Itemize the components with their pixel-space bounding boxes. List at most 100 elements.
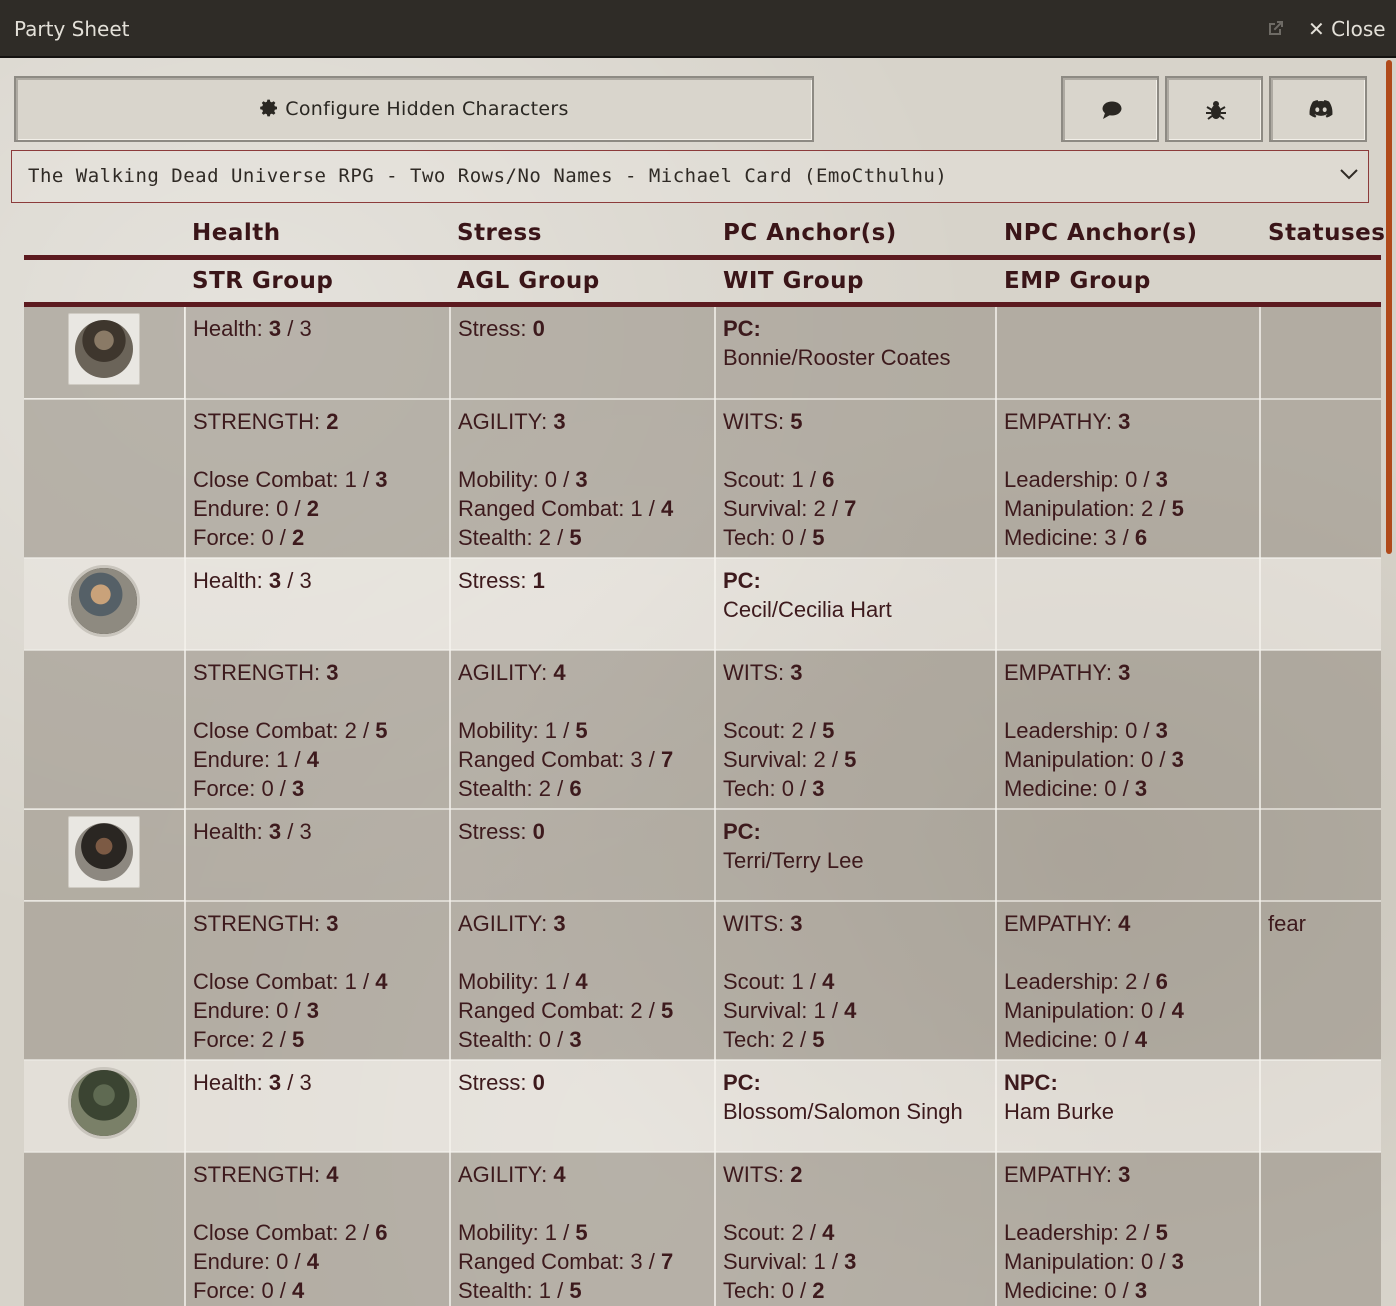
- health-label: Health:: [193, 1070, 263, 1095]
- stress-cell: Stress: 0: [450, 307, 716, 400]
- skill-max: 3: [1134, 1278, 1148, 1303]
- skill-line: Tech: 0 / 5: [723, 523, 988, 552]
- skill-name: Endure: 0 /: [193, 496, 301, 521]
- attr-label: AGILITY:: [458, 409, 548, 434]
- configure-hidden-characters-button[interactable]: Configure Hidden Characters: [14, 76, 814, 142]
- configure-label: Configure Hidden Characters: [285, 98, 569, 120]
- attribute-row: STRENGTH: 2 Close Combat: 1 / 3 Endure: 0 …: [24, 399, 1381, 559]
- skill-max: 6: [375, 1220, 388, 1245]
- skill-max: 5: [844, 747, 857, 772]
- skill-name: Medicine: 0 /: [1004, 776, 1129, 801]
- skill-line: Scout: 1 / 4: [723, 967, 988, 996]
- avatar[interactable]: [68, 816, 140, 888]
- avatar[interactable]: [68, 1067, 140, 1139]
- skill-max: 2: [306, 496, 320, 521]
- wit-cell: WITS: 5 Scout: 1 / 6 Survival: 2 / 7 Tech: …: [715, 399, 997, 559]
- stress-cell: Stress: 0: [450, 809, 716, 902]
- skill-max: 5: [661, 998, 674, 1023]
- attr-label: STRENGTH:: [193, 660, 321, 685]
- skill-line: Manipulation: 2 / 5: [1004, 494, 1252, 523]
- skill-name: Close Combat: 2 /: [193, 718, 370, 743]
- skill-line: Close Combat: 2 / 5: [193, 716, 442, 745]
- skill-name: Stealth: 2 /: [458, 525, 564, 550]
- skill-line: Ranged Combat: 3 / 7: [458, 745, 707, 774]
- agl-cell: AGILITY: 4 Mobility: 1 / 5 Ranged Combat: …: [450, 650, 716, 810]
- emp-cell: EMPATHY: 4 Leadership: 2 / 6 Manipulation:…: [996, 901, 1261, 1061]
- attr-value: 3: [1118, 1162, 1131, 1187]
- skill-line: Manipulation: 0 / 3: [1004, 1247, 1252, 1276]
- close-button[interactable]: ✕ Close: [1308, 17, 1386, 41]
- template-select-value: The Walking Dead Universe RPG - Two Rows…: [28, 165, 948, 187]
- skill-max: 3: [292, 776, 305, 801]
- skill-max: 4: [306, 747, 320, 772]
- status-cell: [1260, 1152, 1381, 1306]
- attr-value: 3: [1118, 409, 1131, 434]
- skill-name: Medicine: 0 /: [1004, 1278, 1129, 1303]
- skill-line: Survival: 1 / 4: [723, 996, 988, 1025]
- attr-value: 3: [326, 911, 339, 936]
- skill-name: Ranged Combat: 3 /: [458, 1249, 655, 1274]
- agl-cell: AGILITY: 3 Mobility: 0 / 3 Ranged Combat: …: [450, 399, 716, 559]
- party-sheet-content[interactable]: Configure Hidden Characters The Walking …: [0, 58, 1396, 1306]
- attr-label: STRENGTH:: [193, 911, 321, 936]
- skill-line: Ranged Combat: 1 / 4: [458, 494, 707, 523]
- discord-button[interactable]: [1269, 76, 1367, 142]
- status-cell: [1260, 307, 1381, 400]
- scrollbar[interactable]: [1386, 60, 1392, 554]
- skill-name: Endure: 1 /: [193, 747, 301, 772]
- attribute-row: STRENGTH: 3 Close Combat: 1 / 4 Endure: 0 …: [24, 901, 1381, 1061]
- attr-label: EMPATHY:: [1004, 911, 1112, 936]
- skill-line: Close Combat: 1 / 4: [193, 967, 442, 996]
- skill-name: Leadership: 2 /: [1004, 1220, 1150, 1245]
- skill-name: Force: 2 /: [193, 1027, 286, 1052]
- skill-line: Leadership: 2 / 6: [1004, 967, 1252, 996]
- skill-line: Endure: 0 / 3: [193, 996, 442, 1025]
- popout-icon[interactable]: [1266, 18, 1286, 38]
- health-value: 3: [268, 819, 282, 844]
- skill-line: Scout: 2 / 4: [723, 1218, 988, 1247]
- skill-max: 6: [1134, 525, 1148, 550]
- skill-line: Ranged Combat: 3 / 7: [458, 1247, 707, 1276]
- discord-icon: [1309, 100, 1333, 118]
- skill-max: 5: [812, 525, 825, 550]
- npc-anchor-cell: [996, 558, 1261, 651]
- avatar-cell: [24, 809, 186, 902]
- skill-max: 3: [375, 467, 388, 492]
- skill-line: Survival: 2 / 7: [723, 494, 988, 523]
- chat-button[interactable]: [1061, 76, 1159, 142]
- avatar[interactable]: [68, 565, 140, 637]
- npc-label: NPC:: [1004, 1070, 1058, 1095]
- skill-line: Mobility: 1 / 4: [458, 967, 707, 996]
- wit-cell: WITS: 3 Scout: 2 / 5 Survival: 2 / 5 Tech: …: [715, 650, 997, 810]
- avatar[interactable]: [68, 313, 140, 385]
- skill-line: Stealth: 1 / 5: [458, 1276, 707, 1305]
- chat-icon: [1102, 101, 1122, 119]
- skill-name: Scout: 1 /: [723, 969, 816, 994]
- skill-line: Mobility: 1 / 5: [458, 716, 707, 745]
- skill-max: 3: [1155, 467, 1168, 492]
- stress-cell: Stress: 1: [450, 558, 716, 651]
- health-cell: Health: 3 / 3: [185, 809, 451, 902]
- skill-name: Medicine: 3 /: [1004, 525, 1129, 550]
- skill-name: Force: 0 /: [193, 776, 286, 801]
- str-cell: STRENGTH: 2 Close Combat: 1 / 3 Endure: 0 …: [185, 399, 451, 559]
- skill-name: Close Combat: 2 /: [193, 1220, 370, 1245]
- attr-label: WITS:: [723, 660, 785, 685]
- skill-max: 2: [812, 1278, 825, 1303]
- skill-max: 7: [661, 1249, 674, 1274]
- skill-max: 4: [822, 1220, 835, 1245]
- skill-line: Scout: 2 / 5: [723, 716, 988, 745]
- skill-line: Medicine: 0 / 4: [1004, 1025, 1252, 1054]
- bug-report-button[interactable]: [1165, 76, 1263, 142]
- skill-name: Scout: 1 /: [723, 467, 816, 492]
- npc-anchor-name: Ham Burke: [1004, 1099, 1115, 1124]
- skill-max: 6: [1155, 969, 1168, 994]
- header-npc-anchors: NPC Anchor(s): [1004, 220, 1198, 246]
- skill-line: Stealth: 2 / 5: [458, 523, 707, 552]
- skill-line: Survival: 1 / 3: [723, 1247, 988, 1276]
- status-cell: [1260, 558, 1381, 651]
- skill-max: 3: [844, 1249, 857, 1274]
- template-select[interactable]: The Walking Dead Universe RPG - Two Rows…: [11, 150, 1369, 203]
- attr-label: AGILITY:: [458, 660, 548, 685]
- skill-name: Leadership: 0 /: [1004, 718, 1150, 743]
